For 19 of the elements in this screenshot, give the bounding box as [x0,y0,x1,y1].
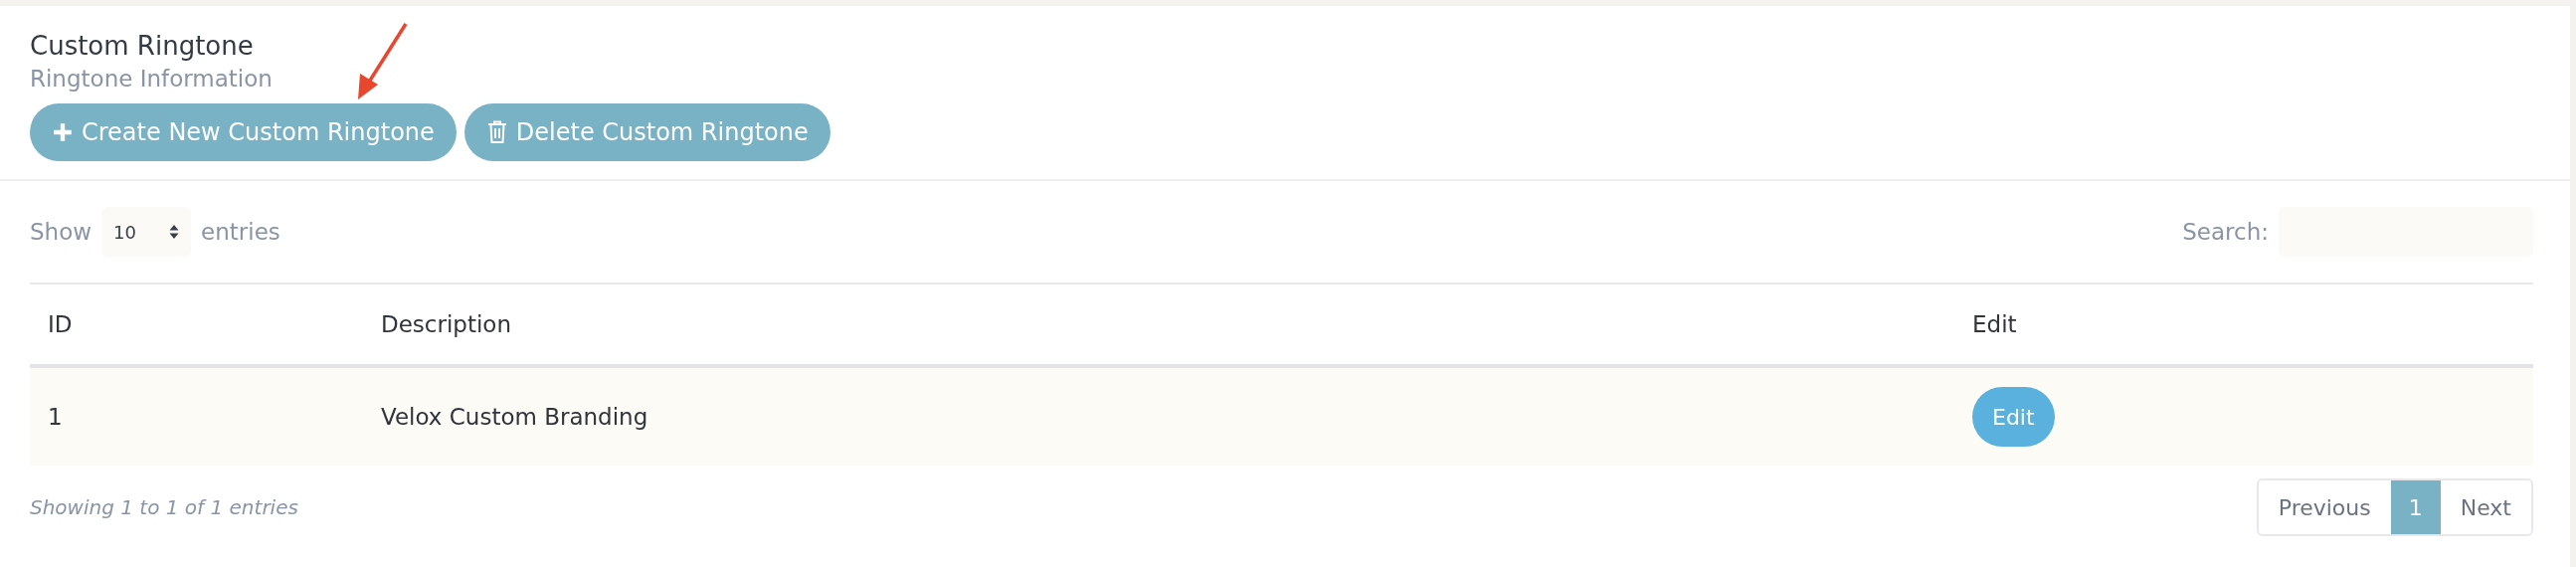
plus-icon [52,120,74,144]
table-cell: 1 [48,404,63,430]
create-button[interactable]: Create New Custom Ringtone [30,103,457,161]
page-title: Custom Ringtone [30,30,255,63]
entries-info: Showing 1 to 1 of 1 entries [30,495,298,519]
page-subtitle: Ringtone Information [30,65,274,94]
table-cell: Velox Custom Branding [381,404,648,430]
column-header: Edit [1972,311,2017,337]
page-button[interactable]: 1 [2390,480,2441,534]
show-label: Show [30,219,92,245]
edit-button[interactable]: Edit [1972,387,2055,447]
trash-icon [485,120,508,144]
column-header: ID [48,311,73,337]
entries-select[interactable]: 10 [101,207,192,257]
delete-button[interactable]: Delete Custom Ringtone [463,103,830,161]
entries-label: entries [201,219,280,245]
column-header: Description [381,311,511,337]
search-label: Search: [2182,219,2269,245]
sort-arrows-icon [169,224,180,240]
